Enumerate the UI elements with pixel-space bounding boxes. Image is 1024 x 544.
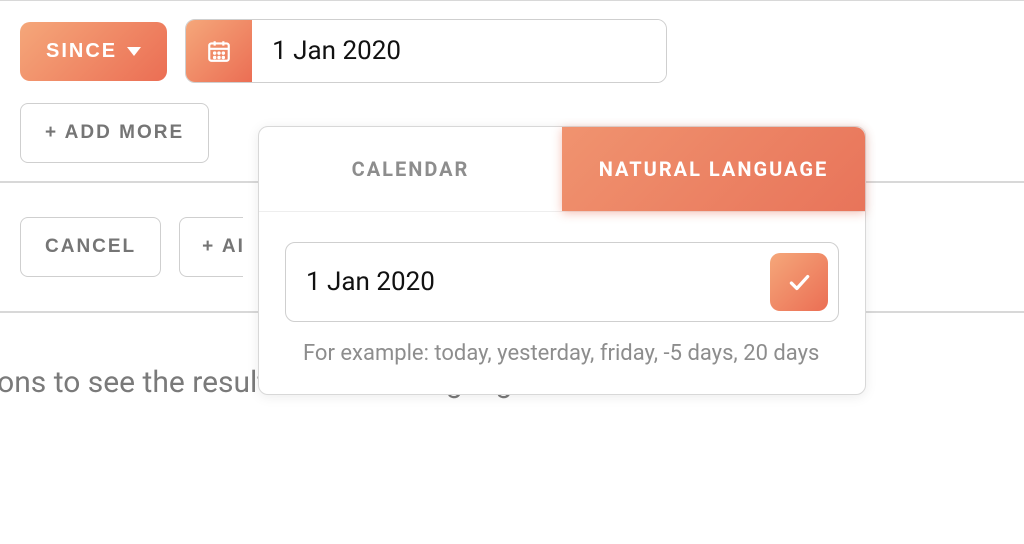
natural-language-row <box>285 242 839 322</box>
since-dropdown-button[interactable]: SINCE <box>20 22 167 81</box>
natural-language-hint: For example: today, yesterday, friday, -… <box>285 338 839 370</box>
date-field[interactable] <box>185 19 667 83</box>
cancel-button[interactable]: CANCEL <box>20 217 161 277</box>
tab-calendar[interactable]: CALENDAR <box>259 127 562 211</box>
confirm-button[interactable] <box>770 253 828 311</box>
date-input[interactable] <box>252 20 666 82</box>
truncated-button[interactable]: + AI <box>179 217 243 277</box>
calendar-icon[interactable] <box>186 20 252 82</box>
since-label: SINCE <box>46 40 117 63</box>
add-more-button[interactable]: + ADD MORE <box>20 103 209 163</box>
natural-language-input[interactable] <box>306 267 760 297</box>
tab-natural-language[interactable]: NATURAL LANGUAGE <box>562 127 865 211</box>
check-icon <box>786 269 812 295</box>
date-picker-popup: CALENDAR NATURAL LANGUAGE For example: t… <box>258 126 866 395</box>
chevron-down-icon <box>127 47 141 56</box>
